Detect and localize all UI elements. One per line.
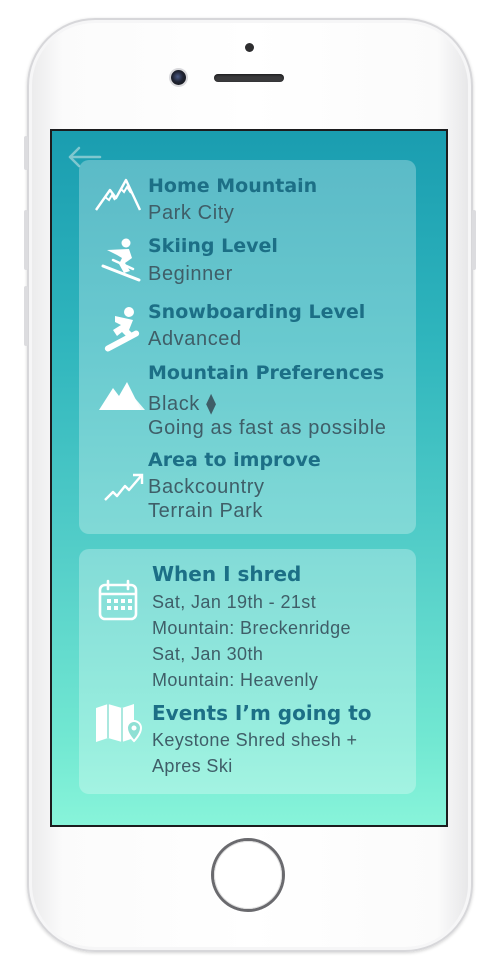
volume-up-button xyxy=(24,210,28,270)
area-to-improve-value-2: Terrain Park xyxy=(148,500,264,522)
skier-icon xyxy=(101,238,141,282)
snowboarding-level-title: Snowboarding Level xyxy=(148,301,366,323)
front-camera xyxy=(171,70,186,85)
mountain-preferences-title: Mountain Preferences xyxy=(148,362,385,384)
map-pin-icon xyxy=(96,704,142,743)
trend-up-icon xyxy=(104,473,144,501)
home-mountain-value: Park City xyxy=(148,202,235,224)
app-screen: Home Mountain Park City Skiing Level Beg… xyxy=(52,131,446,825)
mountain-preferences-value-2: Going as fast as possible xyxy=(148,417,387,439)
mountain-range-icon xyxy=(99,382,145,410)
when-line-3: Sat, Jan 30th xyxy=(152,644,264,664)
schedule-card: When I shred Sat, Jan 19th - 21st Mounta… xyxy=(79,549,416,794)
earpiece-speaker xyxy=(214,74,284,82)
area-to-improve-title: Area to improve xyxy=(148,449,321,471)
home-mountain-title: Home Mountain xyxy=(148,175,318,197)
events-line-2: Apres Ski xyxy=(152,756,233,776)
snowboarding-level-value: Advanced xyxy=(148,328,242,350)
when-line-1: Sat, Jan 19th - 21st xyxy=(152,592,317,612)
snowboarder-icon xyxy=(104,307,140,352)
skiing-level-value: Beginner xyxy=(148,263,233,285)
volume-down-button xyxy=(24,286,28,346)
mountain-preferences-value-1: Black ⧫ xyxy=(148,393,217,415)
when-line-2: Mountain: Breckenridge xyxy=(152,618,351,638)
mute-switch xyxy=(24,136,28,170)
home-button[interactable] xyxy=(214,841,282,909)
events-title: Events I’m going to xyxy=(152,701,372,725)
calendar-icon xyxy=(98,579,138,621)
profile-card: Home Mountain Park City Skiing Level Beg… xyxy=(79,160,416,534)
skiing-level-title: Skiing Level xyxy=(148,235,278,257)
when-line-4: Mountain: Heavenly xyxy=(152,670,319,690)
when-i-shred-title: When I shred xyxy=(152,562,302,586)
proximity-sensor xyxy=(245,43,254,52)
power-button xyxy=(472,210,476,270)
mountain-peaks-icon xyxy=(95,178,142,211)
area-to-improve-value-1: Backcountry xyxy=(148,476,265,498)
events-line-1: Keystone Shred shesh + xyxy=(152,730,358,750)
